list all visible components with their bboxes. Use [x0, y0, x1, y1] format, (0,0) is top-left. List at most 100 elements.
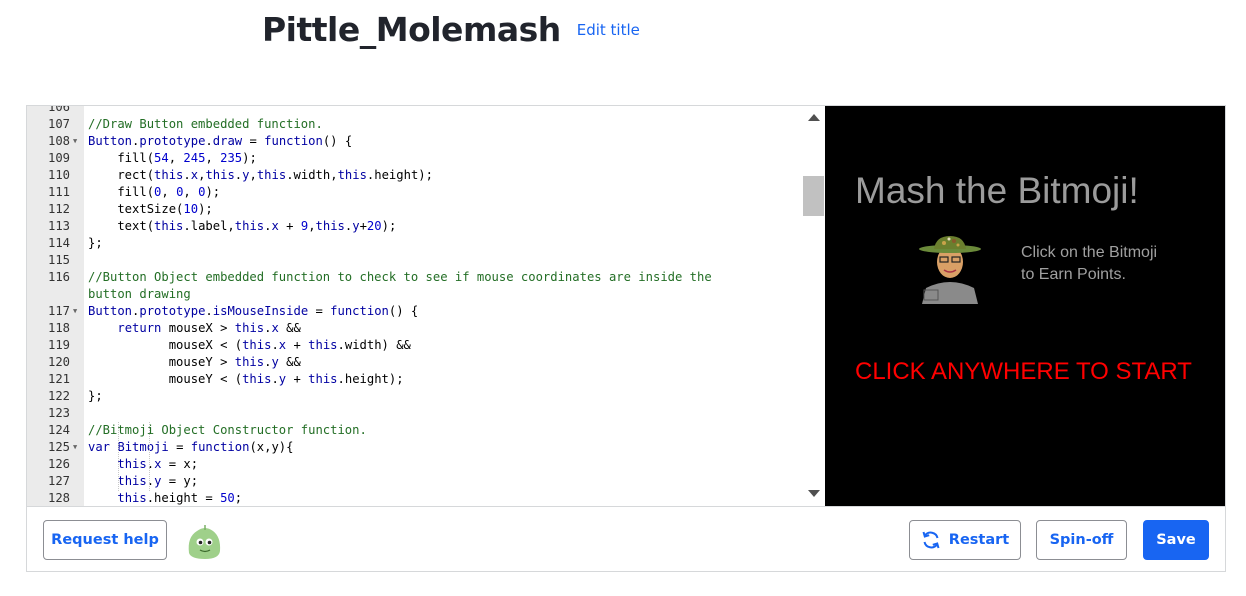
- code-token: () {: [322, 134, 353, 148]
- code-token: button drawing: [88, 287, 191, 301]
- scroll-down-arrow-icon[interactable]: [808, 490, 820, 497]
- code-text: text(this.label,this.x + 9,this.y+20);: [88, 218, 396, 235]
- scroll-thumb[interactable]: [803, 176, 824, 216]
- code-line[interactable]: 106: [27, 106, 803, 116]
- edit-title-link[interactable]: Edit title: [577, 21, 640, 39]
- code-text: mouseY > this.y &&: [88, 354, 301, 371]
- code-line[interactable]: 121 mouseY < (this.y + this.height);: [27, 371, 803, 388]
- code-token: y: [352, 219, 360, 233]
- code-token: .label,: [183, 219, 235, 233]
- code-token: Bitmoji: [117, 440, 169, 454]
- program-output-canvas[interactable]: Mash the Bitmoji! Click on the Bitmoji t…: [825, 106, 1225, 506]
- code-text: mouseY < (this.y + this.height);: [88, 371, 404, 388]
- code-line[interactable]: 120 mouseY > this.y &&: [27, 354, 803, 371]
- code-token: ,: [183, 185, 199, 199]
- restart-icon: [922, 531, 940, 549]
- code-line[interactable]: button drawing: [27, 286, 803, 303]
- code-lines[interactable]: 106 107//Draw Button embedded function. 10…: [27, 106, 803, 506]
- line-number: 124: [47, 423, 70, 437]
- code-token: 20: [366, 219, 382, 233]
- code-line[interactable]: 110 rect(this.x,this.y,this.width,this.h…: [27, 167, 803, 184]
- line-number: 111: [47, 185, 70, 199]
- code-text: };: [88, 235, 103, 252]
- scroll-up-arrow-icon[interactable]: [808, 114, 820, 121]
- code-token: 245: [183, 151, 206, 165]
- code-text: Button.prototype.draw = function() {: [88, 133, 352, 150]
- code-token: .height =: [146, 491, 221, 505]
- code-token: =: [168, 440, 191, 454]
- code-line[interactable]: 119 mouseX < (this.x + this.width) &&: [27, 337, 803, 354]
- editor-scrollbar[interactable]: [803, 106, 825, 506]
- code-token: +: [286, 338, 309, 352]
- bitmoji-character-icon[interactable]: [918, 232, 982, 304]
- code-token: this: [205, 168, 235, 182]
- line-number: 108: [47, 134, 70, 148]
- code-token: };: [88, 236, 103, 250]
- code-token: .: [183, 168, 191, 182]
- code-line[interactable]: 108 ▼ Button.prototype.draw = function() {: [27, 133, 803, 150]
- code-text: //Bitmoji Object Constructor function.: [88, 422, 367, 439]
- code-token: mouseX >: [161, 321, 235, 335]
- code-token: function: [330, 304, 389, 318]
- code-token: ,: [168, 151, 184, 165]
- line-number: 121: [47, 372, 70, 386]
- code-token: fill(: [88, 185, 155, 199]
- code-line[interactable]: 115: [27, 252, 803, 269]
- code-token: this: [154, 168, 184, 182]
- code-line[interactable]: 118 return mouseX > this.x &&: [27, 320, 803, 337]
- code-token: this: [337, 168, 367, 182]
- code-line[interactable]: 125 ▼ var Bitmoji = function(x,y){: [27, 439, 803, 456]
- fold-toggle-icon[interactable]: ▼: [73, 303, 83, 320]
- green-blob-avatar-icon[interactable]: [185, 523, 223, 561]
- code-token: textSize(: [88, 202, 184, 216]
- code-token: +: [359, 219, 367, 233]
- code-text: textSize(10);: [88, 201, 212, 218]
- code-line[interactable]: 127 this.y = y;: [27, 473, 803, 490]
- code-line[interactable]: 116 //Button Object embedded function to …: [27, 269, 803, 286]
- code-token: .height);: [337, 372, 404, 386]
- code-token: };: [88, 389, 103, 403]
- code-line[interactable]: 123: [27, 405, 803, 422]
- code-line[interactable]: 128 this.height = 50;: [27, 490, 803, 506]
- line-number: 113: [47, 219, 70, 233]
- line-number: 120: [47, 355, 70, 369]
- game-instructions: Click on the Bitmoji to Earn Points.: [1021, 244, 1158, 283]
- indent-guide: [149, 422, 150, 491]
- code-token: .: [271, 372, 279, 386]
- code-line[interactable]: 126 this.x = x;: [27, 456, 803, 473]
- code-token: );: [205, 185, 221, 199]
- code-editor[interactable]: 106 107//Draw Button embedded function. 10…: [27, 106, 825, 506]
- code-token: ,: [205, 151, 221, 165]
- fold-toggle-icon[interactable]: ▼: [73, 439, 83, 456]
- code-text: fill(0, 0, 0);: [88, 184, 220, 201]
- code-line[interactable]: 124 //Bitmoji Object Constructor function…: [27, 422, 803, 439]
- code-token: .: [146, 474, 155, 488]
- code-token: =: [242, 134, 265, 148]
- page-title: Pittle_Molemash: [262, 10, 561, 49]
- code-line[interactable]: 114};: [27, 235, 803, 252]
- save-button[interactable]: Save: [1143, 520, 1209, 560]
- code-token: 54: [154, 151, 169, 165]
- line-number: 109: [47, 151, 70, 165]
- spin-off-button[interactable]: Spin-off: [1036, 520, 1127, 560]
- code-line[interactable]: 112 textSize(10);: [27, 201, 803, 218]
- code-token: mouseY >: [88, 355, 235, 369]
- code-line[interactable]: 111 fill(0, 0, 0);: [27, 184, 803, 201]
- code-line[interactable]: 113 text(this.label,this.x + 9,this.y+20…: [27, 218, 803, 235]
- code-token: +: [286, 372, 309, 386]
- fold-toggle-icon[interactable]: ▼: [73, 133, 83, 150]
- indent-guide: [118, 422, 119, 491]
- code-token: this: [242, 338, 272, 352]
- request-help-button[interactable]: Request help: [43, 520, 167, 560]
- code-line[interactable]: 117 ▼ Button.prototype.isMouseInside = fun…: [27, 303, 803, 320]
- code-token: = y;: [161, 474, 199, 488]
- code-token: this: [242, 372, 272, 386]
- code-line[interactable]: 122};: [27, 388, 803, 405]
- line-number: 127: [47, 474, 70, 488]
- code-token: .: [205, 134, 213, 148]
- restart-button[interactable]: Restart: [909, 520, 1021, 560]
- code-line[interactable]: 109 fill(54, 245, 235);: [27, 150, 803, 167]
- code-token: .: [146, 457, 155, 471]
- code-line[interactable]: 107 //Draw Button embedded function.: [27, 116, 803, 133]
